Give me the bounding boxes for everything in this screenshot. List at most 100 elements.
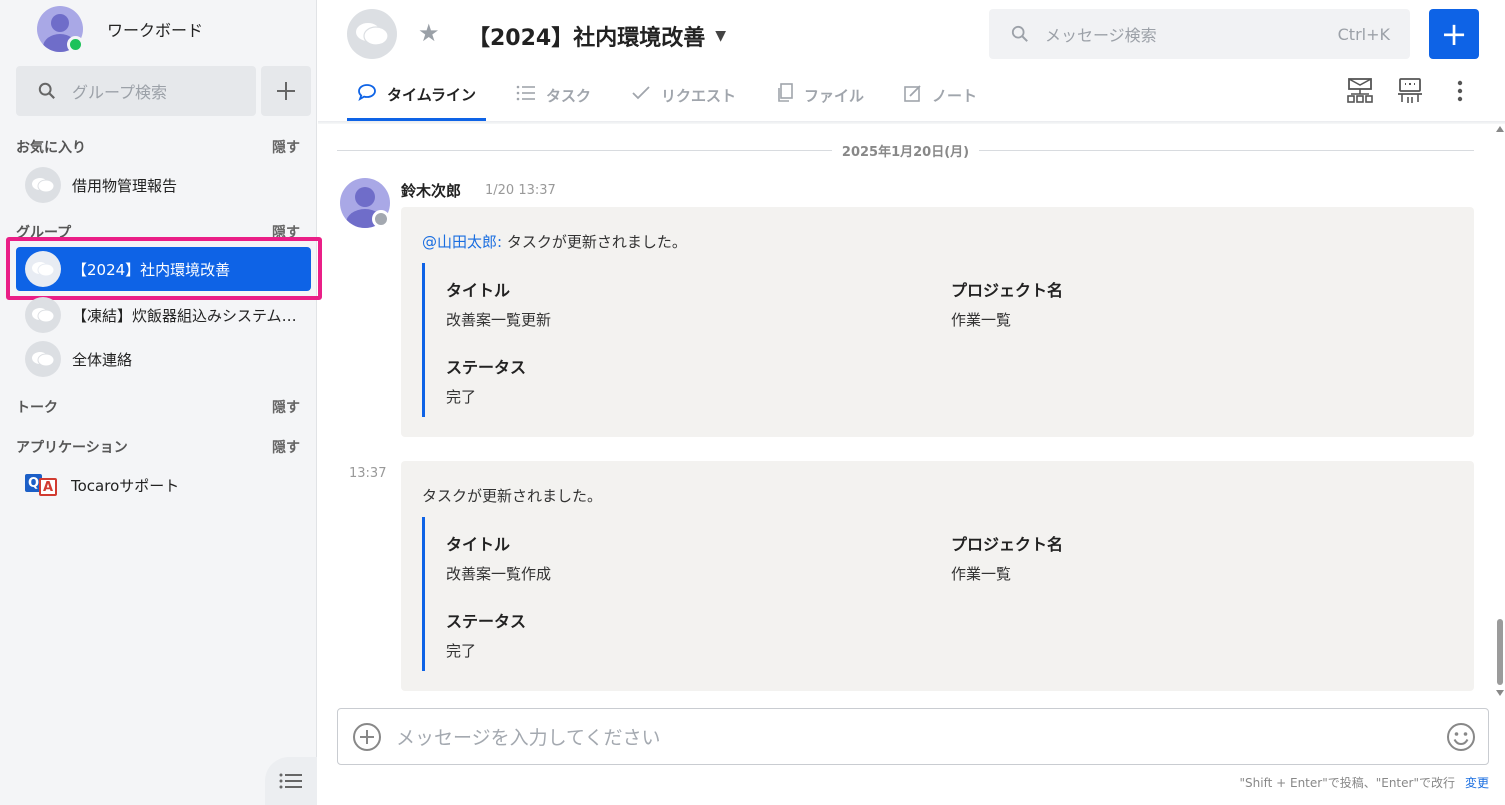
apps-hide-button[interactable]: 隠す [272,437,300,457]
composer-hint-text: "Shift + Enter"で投稿、"Enter"で改行 [1239,776,1455,790]
search-shortcut: Ctrl+K [1337,24,1390,44]
tab-files[interactable]: ファイル [766,70,874,121]
message-composer[interactable]: メッセージを入力してください [337,708,1489,765]
message-search-placeholder: メッセージ検索 [1045,26,1157,45]
scroll-down-icon[interactable] [1496,690,1504,696]
message-body: タスクが更新されました。 [422,487,603,505]
sidebar-item-favorite[interactable]: 借用物管理報告 [16,163,311,207]
group-chat-icon [25,167,61,203]
room-avatar [347,9,397,59]
favorites-hide-button[interactable]: 隠す [272,137,300,157]
date-separator: 2025年1月20日(月) [337,140,1475,160]
note-icon [904,84,922,107]
sidebar-item-label: 全体連絡 [72,350,133,369]
tab-timeline[interactable]: タイムライン [347,70,486,121]
field-key: ステータス [446,612,527,631]
message-text: @山田太郎: タスクが更新されました。 [422,231,687,252]
change-shortcut-link[interactable]: 変更 [1465,776,1489,790]
scroll-up-icon[interactable] [1496,126,1504,132]
main-panel: ★ 【2024】社内環境改善 ▼ メッセージ検索 Ctrl+K + タイムライン… [318,0,1505,805]
message-timestamp: 1/20 13:37 [485,183,556,198]
scrollbar-thumb[interactable] [1497,619,1503,685]
new-button[interactable]: + [1429,9,1479,59]
search-icon [38,82,55,99]
tab-label: ファイル [803,87,864,105]
sidebar-item-label: 【2024】社内環境改善 [72,260,231,279]
field-value: 改善案一覧作成 [446,565,552,583]
list-icon [516,85,536,106]
sidebar-item-app[interactable]: Q A Tocaroサポート [16,463,311,507]
org-chart-button[interactable] [1345,76,1375,106]
message-search-input[interactable]: メッセージ検索 Ctrl+K [989,9,1410,59]
sidebar: ワークボード グループ検索 お気に入り 隠す 借用物管理報告 グループ 隠す 【… [0,0,322,805]
sidebar-item-group-active[interactable]: 【2024】社内環境改善 [16,247,311,291]
emoji-icon[interactable] [1446,722,1476,752]
profile[interactable]: ワークボード [37,6,203,52]
author-name[interactable]: 鈴木次郎 [401,180,461,201]
group-chat-icon [25,251,61,287]
field-project: プロジェクト名 作業一覧 [951,531,1063,584]
talk-hide-button[interactable]: 隠す [272,397,300,417]
group-chat-icon [25,297,61,333]
qa-logo-icon: Q A [25,472,59,498]
group-chat-icon [25,341,61,377]
tab-tasks[interactable]: タスク [506,70,601,121]
field-key: プロジェクト名 [951,535,1064,554]
tab-bar: タイムライン タスク リクエスト ファイル ノート [347,70,1007,121]
sidebar-collapse-button[interactable] [265,757,317,805]
menu-list-icon [279,773,302,789]
sidebar-item-group[interactable]: 全体連絡 [16,337,311,381]
file-icon [776,83,794,108]
field-value: 作業一覧 [951,311,1012,329]
more-options-button[interactable] [1445,76,1475,106]
groups-hide-button[interactable]: 隠す [272,222,300,242]
tab-requests[interactable]: リクエスト [621,70,746,121]
tab-label: リクエスト [660,87,736,105]
timeline-scrollbar[interactable] [1495,124,1505,704]
message-text: タスクが更新されました。 [422,485,602,506]
field-status: ステータス 完了 [446,354,526,407]
add-attachment-icon[interactable] [352,722,382,752]
task-update-card: タスクが更新されました。 タイトル 改善案一覧作成 プロジェクト名 作業一覧 ス… [401,461,1474,691]
meeting-table-icon [1398,78,1422,103]
tab-label: タスク [545,87,591,105]
header-tools [1325,76,1475,106]
field-value: 完了 [446,388,477,406]
field-key: タイトル [446,535,511,554]
room-title-text: 【2024】社内環境改善 [468,26,706,51]
profile-name: ワークボード [107,21,204,40]
message-side-timestamp: 13:37 [349,466,387,481]
group-search-placeholder: グループ検索 [72,83,168,102]
room-title[interactable]: 【2024】社内環境改善 ▼ [468,20,726,52]
add-group-button[interactable] [261,66,311,116]
task-details: タイトル 改善案一覧更新 プロジェクト名 作業一覧 ステータス 完了 [422,263,1442,417]
offline-status-icon [372,210,390,228]
group-chat-icon [356,23,389,46]
field-title: タイトル 改善案一覧更新 [446,277,551,330]
group-search-input[interactable]: グループ検索 [16,66,256,116]
speech-bubble-icon [357,83,377,106]
talk-title: トーク [16,400,58,416]
meeting-button[interactable] [1395,76,1425,106]
tab-label: タイムライン [387,85,476,104]
mention-link[interactable]: @山田太郎: [422,233,502,251]
field-key: タイトル [446,281,511,300]
talk-header: トーク 隠す [16,397,300,417]
tab-label: ノート [932,87,978,105]
field-value: 作業一覧 [951,565,1012,583]
field-status: ステータス 完了 [446,608,526,661]
message-body: タスクが更新されました。 [502,233,687,251]
tab-notes[interactable]: ノート [894,70,987,121]
field-project: プロジェクト名 作業一覧 [951,277,1063,330]
online-status-icon [67,36,84,53]
apps-header: アプリケーション 隠す [16,437,300,457]
field-key: プロジェクト名 [951,281,1064,300]
header-divider [318,121,1505,124]
apps-title: アプリケーション [16,440,128,456]
field-title: タイトル 改善案一覧作成 [446,531,551,584]
favorite-star-icon[interactable]: ★ [418,19,440,47]
sidebar-item-group[interactable]: 【凍結】炊飯器組込みシステム開発 [16,293,311,337]
task-details: タイトル 改善案一覧作成 プロジェクト名 作業一覧 ステータス 完了 [422,517,1442,671]
sidebar-item-label: Tocaroサポート [71,476,180,495]
field-value: 改善案一覧更新 [446,311,552,329]
